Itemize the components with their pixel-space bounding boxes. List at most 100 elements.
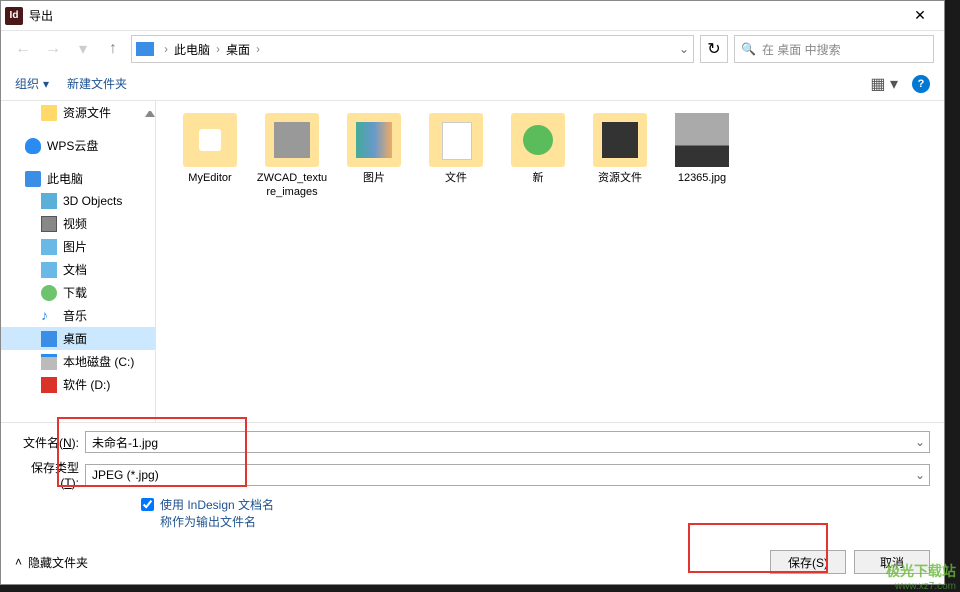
tree-item-label: 资源文件 xyxy=(63,104,111,121)
help-button[interactable]: ? xyxy=(912,75,930,93)
cancel-button[interactable]: 取消 xyxy=(854,550,930,574)
address-bar[interactable]: › 此电脑 › 桌面 › ⌄ xyxy=(131,35,694,63)
file-item[interactable]: 资源文件 xyxy=(584,113,656,200)
chevron-right-icon: › xyxy=(160,42,172,56)
chevron-down-icon[interactable]: ⌄ xyxy=(915,468,925,482)
button-row: ˄ 隐藏文件夹 保存(S) 取消 xyxy=(1,540,944,584)
file-list[interactable]: MyEditor ZWCAD_texture_images 图片 文件 新 资源… xyxy=(156,101,944,422)
close-button[interactable]: ✕ xyxy=(900,1,940,31)
checkbox-input[interactable] xyxy=(141,498,154,511)
download-icon xyxy=(41,285,57,301)
save-button[interactable]: 保存(S) xyxy=(770,550,846,574)
folder-icon xyxy=(429,113,483,167)
filetype-value: JPEG (*.jpg) xyxy=(92,468,159,482)
app-icon: Id xyxy=(5,7,23,25)
cube-icon xyxy=(41,193,57,209)
breadcrumb-segment[interactable]: 此电脑 xyxy=(174,41,210,58)
filetype-select[interactable]: JPEG (*.jpg) ⌄ xyxy=(85,464,930,486)
new-folder-button[interactable]: 新建文件夹 xyxy=(67,75,127,92)
tree-item-label: 音乐 xyxy=(63,307,87,324)
tree-item-3d-objects[interactable]: 3D Objects xyxy=(1,190,155,212)
use-indesign-docname-checkbox[interactable]: 使用 InDesign 文档名称作为输出文件名 xyxy=(141,496,930,530)
file-item[interactable]: 文件 xyxy=(420,113,492,200)
folder-icon xyxy=(183,113,237,167)
image-icon xyxy=(675,113,729,167)
filetype-label: 保存类型(T): xyxy=(15,459,85,490)
file-grid: MyEditor ZWCAD_texture_images 图片 文件 新 资源… xyxy=(174,113,926,200)
chevron-up-icon: ˄ xyxy=(15,555,22,569)
toolbar: 组织▾ 新建文件夹 ▦ ▾ ? xyxy=(1,67,944,101)
folder-icon xyxy=(593,113,647,167)
file-label: 图片 xyxy=(363,171,385,185)
folder-icon xyxy=(347,113,401,167)
tree-item-videos[interactable]: 视频 xyxy=(1,212,155,235)
filename-value: 未命名-1.jpg xyxy=(92,434,158,451)
folder-icon xyxy=(41,105,57,121)
navigation-tree: 资源文件 WPS云盘 此电脑 3D Objects 视频 图片 文档 下载 ♪音… xyxy=(1,101,156,422)
history-dropdown[interactable]: ▾ xyxy=(71,37,95,61)
pc-icon xyxy=(136,42,154,56)
organize-menu[interactable]: 组织▾ xyxy=(15,75,49,92)
tree-item-desktop[interactable]: 桌面 xyxy=(1,327,155,350)
tree-item-label: 文档 xyxy=(63,261,87,278)
tree-item-label: 视频 xyxy=(63,215,87,232)
tree-item-label: 软件 (D:) xyxy=(63,376,110,393)
back-button[interactable]: ← xyxy=(11,37,35,61)
tree-item-wps-cloud[interactable]: WPS云盘 xyxy=(1,134,155,157)
tree-item-downloads[interactable]: 下载 xyxy=(1,281,155,304)
document-icon xyxy=(41,262,57,278)
file-item[interactable]: 新 xyxy=(502,113,574,200)
checkbox-label: 使用 InDesign 文档名称作为输出文件名 xyxy=(160,496,274,530)
file-label: 新 xyxy=(533,171,544,185)
tree-item-music[interactable]: ♪音乐 xyxy=(1,304,155,327)
video-icon xyxy=(41,216,57,232)
tree-item-this-pc[interactable]: 此电脑 xyxy=(1,167,155,190)
refresh-button[interactable]: ↻ xyxy=(700,35,728,63)
chevron-down-icon[interactable]: ⌄ xyxy=(915,435,925,449)
up-button[interactable]: ↑ xyxy=(101,37,125,61)
disk-icon xyxy=(41,377,57,393)
search-input[interactable]: 🔍 在 桌面 中搜索 xyxy=(734,35,934,63)
tree-item-pictures[interactable]: 图片 xyxy=(1,235,155,258)
folder-icon xyxy=(511,113,565,167)
file-label: 12365.jpg xyxy=(678,171,726,185)
address-dropdown-icon[interactable]: ⌄ xyxy=(679,42,689,56)
tree-item-label: 桌面 xyxy=(63,330,87,347)
file-item[interactable]: ZWCAD_texture_images xyxy=(256,113,328,200)
file-item[interactable]: 图片 xyxy=(338,113,410,200)
tree-item-label: 图片 xyxy=(63,238,87,255)
scroll-up-icon[interactable] xyxy=(145,107,155,117)
file-label: MyEditor xyxy=(188,171,231,185)
file-item[interactable]: MyEditor xyxy=(174,113,246,200)
tree-item-documents[interactable]: 文档 xyxy=(1,258,155,281)
folder-icon xyxy=(265,113,319,167)
chevron-right-icon: › xyxy=(252,42,264,56)
tree-item-label: 下载 xyxy=(63,284,87,301)
forward-button[interactable]: → xyxy=(41,37,65,61)
navbar: ← → ▾ ↑ › 此电脑 › 桌面 › ⌄ ↻ 🔍 在 桌面 中搜索 xyxy=(1,31,944,67)
tree-item-label: 3D Objects xyxy=(63,194,122,208)
tree-item-software-d[interactable]: 软件 (D:) xyxy=(1,373,155,396)
tree-item-label: WPS云盘 xyxy=(47,137,98,154)
desktop-icon xyxy=(41,331,57,347)
pc-icon xyxy=(25,171,41,187)
tree-item-local-disk-c[interactable]: 本地磁盘 (C:) xyxy=(1,350,155,373)
dialog-title: 导出 xyxy=(29,7,900,24)
image-icon xyxy=(41,239,57,255)
cloud-icon xyxy=(25,138,41,154)
file-item[interactable]: 12365.jpg xyxy=(666,113,738,200)
chevron-right-icon: › xyxy=(212,42,224,56)
view-options-button[interactable]: ▦ ▾ xyxy=(870,74,898,94)
search-placeholder: 在 桌面 中搜索 xyxy=(762,41,841,58)
breadcrumb-segment[interactable]: 桌面 xyxy=(226,41,250,58)
tree-item-resources[interactable]: 资源文件 xyxy=(1,101,155,124)
chevron-down-icon: ▾ xyxy=(43,77,49,91)
hide-folders-label: 隐藏文件夹 xyxy=(28,554,88,571)
filename-label: 文件名(N): xyxy=(15,434,85,451)
file-label: 资源文件 xyxy=(598,171,642,185)
export-dialog: Id 导出 ✕ ← → ▾ ↑ › 此电脑 › 桌面 › ⌄ ↻ 🔍 在 桌面 … xyxy=(0,0,945,585)
hide-folders-toggle[interactable]: ˄ 隐藏文件夹 xyxy=(15,554,88,571)
search-icon: 🔍 xyxy=(741,42,756,56)
tree-item-label: 此电脑 xyxy=(47,170,83,187)
filename-input[interactable]: 未命名-1.jpg ⌄ xyxy=(85,431,930,453)
